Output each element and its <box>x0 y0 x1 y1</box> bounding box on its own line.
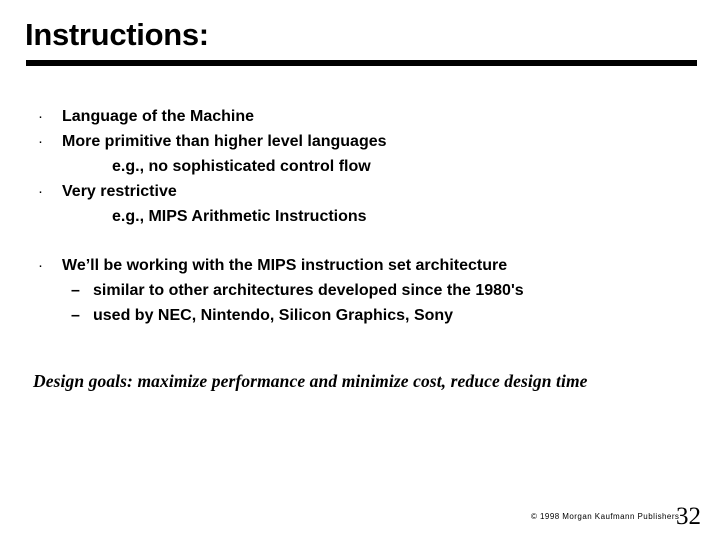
page-title: Instructions: <box>25 17 209 52</box>
list-item: – used by NEC, Nintendo, Silicon Graphics… <box>0 303 720 328</box>
list-item: e.g., MIPS Arithmetic Instructions <box>0 204 720 229</box>
bullet-list: · Language of the Machine · More primitive … <box>0 104 720 328</box>
list-item-label: similar to other architectures developed… <box>93 282 524 299</box>
list-item: e.g., no sophisticated control flow <box>0 154 720 179</box>
list-item-label: Language of the Machine <box>62 108 255 125</box>
bullet-marker-icon: · <box>38 183 43 200</box>
bullet-marker-icon: · <box>38 108 43 125</box>
dash-marker-icon: – <box>71 282 80 299</box>
list-item-label: We’ll be working with the MIPS instructi… <box>62 257 508 274</box>
dash-marker-icon: – <box>71 307 80 324</box>
list-item: – similar to other architectures develope… <box>0 278 720 303</box>
list-item-label: More primitive than higher level languag… <box>62 133 387 150</box>
list-item: · Very restrictive <box>0 179 720 204</box>
list-item: · More primitive than higher level langua… <box>0 129 720 154</box>
title-underline-rule <box>26 60 697 66</box>
list-item-label: used by NEC, Nintendo, Silicon Graphics,… <box>93 307 454 324</box>
page-number: 32 <box>676 503 701 530</box>
list-item-label: Very restrictive <box>62 183 177 200</box>
slide: Instructions: · Language of the Machine · M… <box>0 0 720 540</box>
list-item: · Language of the Machine <box>0 104 720 129</box>
list-item-sublabel: e.g., no sophisticated control flow <box>112 158 371 175</box>
copyright-notice: © 1998 Morgan Kaufmann Publishers <box>531 512 680 521</box>
list-item: · We’ll be working with the MIPS instruct… <box>0 253 720 278</box>
bullet-marker-icon: · <box>38 257 43 274</box>
bullet-marker-icon: · <box>38 133 43 150</box>
design-goals-text: Design goals: maximize performance and m… <box>33 371 588 391</box>
list-item-sublabel: e.g., MIPS Arithmetic Instructions <box>112 208 367 225</box>
